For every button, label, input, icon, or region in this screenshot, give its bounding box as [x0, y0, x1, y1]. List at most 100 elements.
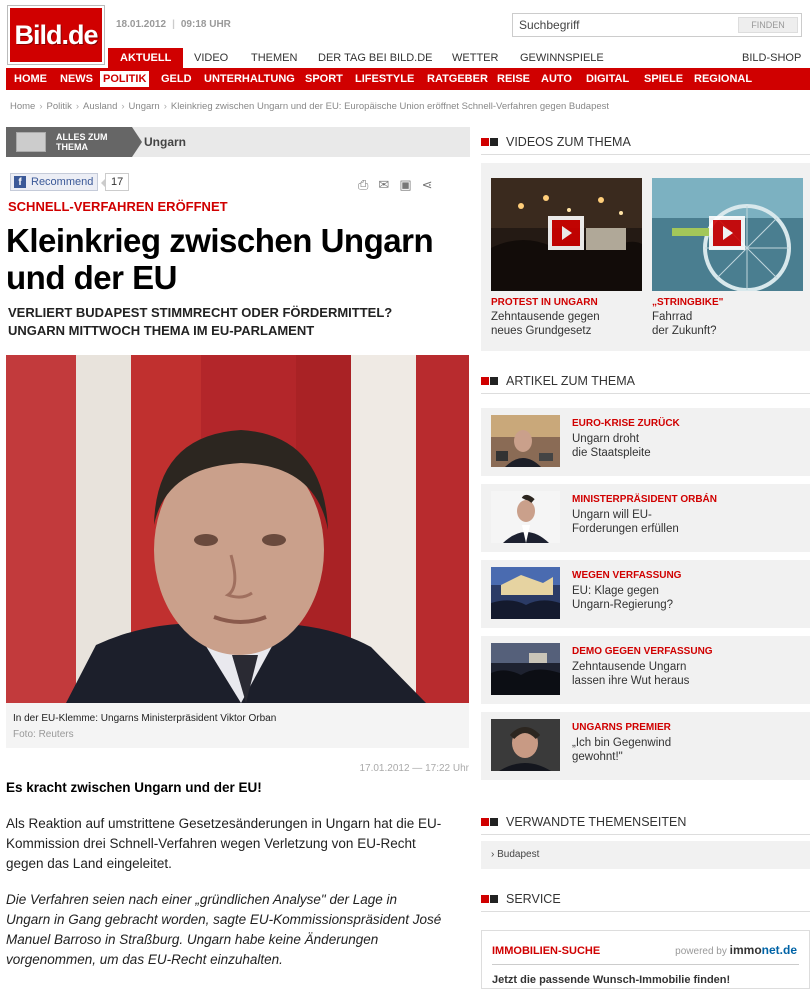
nav-geld[interactable]: GELD [161, 68, 192, 90]
article-thumbnail [491, 491, 560, 543]
video-thumb-2[interactable] [652, 178, 803, 291]
related-topics-box: › Budapest [481, 841, 810, 869]
article-title: EU: Klage gegen Ungarn-Regierung? [572, 585, 674, 611]
related-article-1[interactable]: EURO-KRISE ZURÜCK Ungarn droht die Staats… [481, 408, 810, 476]
nav-spiele[interactable]: SPIELE [644, 68, 683, 90]
article-thumbnail [491, 719, 560, 771]
nav-aktuell[interactable]: AKTUELL [108, 48, 184, 68]
play-icon[interactable] [548, 216, 584, 250]
nav-wetter[interactable]: WETTER [452, 48, 498, 68]
nav-video[interactable]: VIDEO [194, 48, 228, 68]
nav-politik[interactable]: POLITIK [100, 71, 150, 87]
breadcrumb-current: Kleinkrieg zwischen Ungarn und der EU: E… [170, 101, 610, 112]
nav-auto[interactable]: AUTO [541, 68, 572, 90]
recommend-label: Recommend [31, 176, 94, 188]
secondary-nav: HOME NEWS POLITIK GELD UNTERHALTUNG SPOR… [6, 68, 810, 90]
article-tools: ⎙ ✉ ▣ ⋖ [358, 176, 443, 194]
play-icon[interactable] [709, 216, 745, 250]
search-input[interactable] [519, 17, 719, 33]
related-article-5[interactable]: UNGARNS PREMIER „Ich bin Gegenwind gewohn… [481, 712, 810, 780]
arrow-right-icon [132, 127, 142, 157]
share-icon[interactable]: ⋖ [422, 178, 433, 192]
article-lead: Es kracht zwischen Ungarn und der EU! [6, 780, 262, 795]
article-kicker: UNGARNS PREMIER [572, 722, 671, 733]
article-title: Ungarn droht die Staatspleite [572, 433, 651, 459]
orban-photo [6, 355, 469, 703]
related-topics-header: VERWANDTE THEMENSEITEN [481, 813, 810, 835]
immobilien-widget[interactable]: IMMOBILIEN-SUCHE powered by immonet.de J… [481, 930, 810, 989]
article-photo[interactable] [6, 355, 469, 703]
documents-icon [16, 132, 46, 152]
immonet-powered: powered by immonet.de [675, 943, 797, 957]
nav-news[interactable]: NEWS [60, 68, 93, 90]
recommend-count: 17 [100, 173, 130, 191]
immobilien-kicker: IMMOBILIEN-SUCHE [492, 945, 601, 957]
article-headline: Kleinkrieg zwischen Ungarn und der EU [6, 222, 434, 296]
header-time: 09:18 UHR [180, 19, 231, 30]
nav-der-tag[interactable]: DER TAG BEI BILD.DE [318, 48, 433, 68]
facebook-icon: f [14, 176, 26, 188]
service-header: SERVICE [481, 890, 810, 912]
alles-zum-thema-button[interactable]: ALLES ZUM THEMA [6, 127, 132, 157]
alles-zum-thema-label: ALLES ZUM THEMA [56, 132, 108, 152]
nav-ratgeber[interactable]: RATGEBER [427, 68, 488, 90]
breadcrumb-ungarn[interactable]: Ungarn [129, 101, 160, 112]
article-kicker: WEGEN VERFASSUNG [572, 570, 682, 581]
articles-title: ARTIKEL ZUM THEMA [506, 374, 635, 388]
video-2-title[interactable]: Fahrrad der Zukunft? [652, 310, 717, 338]
breadcrumb-home[interactable]: Home [10, 101, 35, 112]
breadcrumb-politik[interactable]: Politik [47, 101, 72, 112]
nav-home[interactable]: HOME [14, 68, 47, 90]
nav-unterhaltung[interactable]: UNTERHALTUNG [204, 68, 295, 90]
article-kicker: SCHNELL-VERFAHREN ERÖFFNET [8, 199, 228, 214]
service-title: SERVICE [506, 892, 561, 906]
video-1-kicker[interactable]: PROTEST IN UNGARN [491, 297, 598, 308]
article-title: „Ich bin Gegenwind gewohnt!" [572, 737, 672, 763]
related-topics-title: VERWANDTE THEMENSEITEN [506, 815, 687, 829]
article-paragraph-2: Die Verfahren seien nach einer „gründlic… [6, 892, 442, 967]
nav-regional[interactable]: REGIONAL [694, 68, 752, 90]
nav-themen[interactable]: THEMEN [251, 48, 297, 68]
breadcrumb: Home › Politik › Ausland › Ungarn › Kleinkrieg z… [10, 101, 610, 112]
video-2-kicker[interactable]: „STRINGBIKE" [652, 297, 723, 308]
facebook-recommend-button[interactable]: f Recommend [10, 173, 99, 191]
theme-topic[interactable]: Ungarn [144, 135, 186, 149]
videos-section-header: VIDEOS ZUM THEMA [481, 133, 810, 155]
bild-logo[interactable]: Bild.de [8, 6, 104, 64]
immobilien-text: Jetzt die passende Wunsch-Immobilie find… [492, 974, 731, 986]
nav-reise[interactable]: REISE [497, 68, 530, 90]
photo-credit: Foto: Reuters [13, 729, 74, 740]
nav-digital[interactable]: DIGITAL [586, 68, 629, 90]
article-title: Zehntausende Ungarn lassen ihre Wut herau… [572, 661, 690, 687]
videos-title: VIDEOS ZUM THEMA [506, 135, 631, 149]
related-topic-link[interactable]: › Budapest [491, 849, 539, 860]
video-1-title[interactable]: Zehntausende gegen neues Grundgesetz [491, 310, 600, 338]
nav-bild-shop[interactable]: BILD-SHOP [742, 48, 801, 68]
photo-caption: In der EU-Klemme: Ungarns Ministerpräsid… [6, 703, 469, 748]
articles-section-header: ARTIKEL ZUM THEMA [481, 372, 810, 394]
article-subhead: VERLIERT BUDAPEST STIMMRECHT ODER FÖRDER… [8, 305, 393, 338]
related-article-2[interactable]: MINISTERPRÄSIDENT ORBÁN Ungarn will EU- F… [481, 484, 810, 552]
nav-sport[interactable]: SPORT [305, 68, 343, 90]
related-article-3[interactable]: WEGEN VERFASSUNG EU: Klage gegen Ungarn-R… [481, 560, 810, 628]
search-box: FINDEN [512, 13, 802, 37]
header-date: 18.01.2012 [116, 19, 167, 30]
article-kicker: MINISTERPRÄSIDENT ORBÁN [572, 494, 718, 505]
related-article-4[interactable]: DEMO GEGEN VERFASSUNG Zehntausende Ungar… [481, 636, 810, 704]
bookmark-icon[interactable]: ▣ [399, 178, 411, 192]
mail-icon[interactable]: ✉ [378, 178, 389, 192]
article-kicker: EURO-KRISE ZURÜCK [572, 418, 680, 429]
nav-lifestyle[interactable]: LIFESTYLE [355, 68, 414, 90]
primary-nav: AKTUELL VIDEO THEMEN DER TAG BEI BILD.DE… [108, 48, 810, 68]
article-kicker: DEMO GEGEN VERFASSUNG [572, 646, 713, 657]
print-icon[interactable]: ⎙ [358, 178, 368, 192]
article-timestamp: 17.01.2012 — 17:22 Uhr [359, 763, 469, 774]
breadcrumb-ausland[interactable]: Ausland [83, 101, 117, 112]
article-thumbnail [491, 643, 560, 695]
nav-gewinnspiele[interactable]: GEWINNSPIELE [520, 48, 604, 68]
search-button[interactable]: FINDEN [738, 17, 798, 33]
article-title: Ungarn will EU- Forderungen erfüllen [572, 509, 679, 535]
article-thumbnail [491, 415, 560, 467]
video-thumb-1[interactable] [491, 178, 642, 291]
theme-bar: ALLES ZUM THEMA Ungarn [6, 127, 470, 157]
